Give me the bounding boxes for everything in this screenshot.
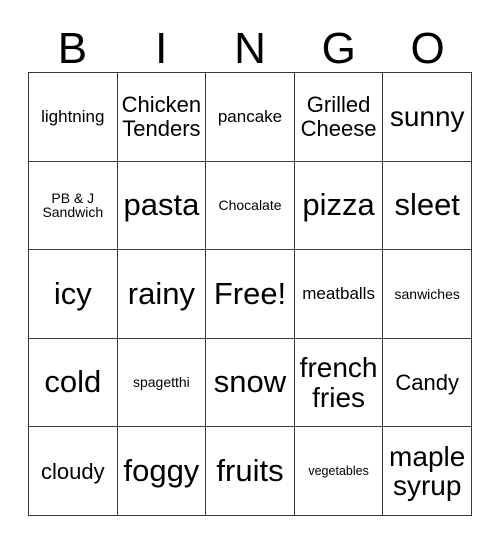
bingo-cell-o2[interactable]: sleet	[383, 161, 472, 251]
bingo-cell-text: sanwiches	[394, 285, 460, 302]
bingo-cell-g1[interactable]: Grilled Cheese	[294, 73, 384, 162]
bingo-cell-g3[interactable]: meatballs	[294, 250, 384, 339]
bingo-cell-text: Grilled Cheese	[300, 92, 377, 141]
bingo-cell-o5[interactable]: maple syrup	[383, 427, 472, 516]
bingo-cell-text: Chocalate	[218, 196, 282, 213]
bingo-cell-text: maple syrup	[389, 440, 466, 502]
bingo-grid: lightning Chicken Tenders pancake Grille…	[28, 72, 472, 516]
bingo-cell-n1[interactable]: pancake	[206, 73, 295, 162]
bingo-cell-text: fruits	[216, 452, 284, 488]
bingo-cell-text: sleet	[394, 186, 460, 222]
bingo-cell-b2[interactable]: PB & J Sandwich	[29, 161, 118, 251]
free-space-label: Free!	[213, 275, 287, 311]
header-letter-g: G	[321, 24, 356, 73]
bingo-cell-text: pizza	[302, 186, 375, 222]
bingo-cell-text: spagetthi	[132, 374, 190, 391]
bingo-cell-n2[interactable]: Chocalate	[206, 161, 295, 251]
bingo-cell-o3[interactable]: sanwiches	[383, 250, 472, 339]
header-letter-b: B	[57, 24, 88, 73]
bingo-cell-text: Candy	[395, 369, 459, 395]
bingo-cell-i5[interactable]: foggy	[117, 427, 207, 516]
bingo-cell-i3[interactable]: rainy	[117, 250, 207, 339]
bingo-cell-text: vegetables	[308, 463, 369, 478]
bingo-cell-text: lightning	[41, 106, 105, 126]
bingo-cell-text: sunny	[389, 100, 465, 132]
bingo-cell-free-space[interactable]: Free!	[206, 250, 295, 339]
bingo-cell-g5[interactable]: vegetables	[294, 427, 384, 516]
bingo-cell-g4[interactable]: french fries	[294, 338, 384, 428]
bingo-cell-text: pancake	[217, 106, 283, 126]
bingo-cell-o1[interactable]: sunny	[383, 73, 472, 162]
bingo-cell-text: Chicken Tenders	[121, 92, 202, 141]
bingo-card: B I N G O lightning Chicken Tenders panc…	[0, 0, 500, 544]
bingo-cell-text: icy	[53, 275, 92, 311]
bingo-cell-i4[interactable]: spagetthi	[117, 338, 207, 428]
header-letter-n: N	[234, 24, 266, 73]
header-letter-o: O	[410, 24, 445, 73]
bingo-cell-text: cold	[44, 364, 102, 400]
bingo-cell-n5[interactable]: fruits	[206, 427, 295, 516]
bingo-cell-o4[interactable]: Candy	[383, 338, 472, 428]
bingo-cell-b1[interactable]: lightning	[29, 73, 118, 162]
bingo-cell-b5[interactable]: cloudy	[29, 427, 118, 516]
bingo-cell-text: french fries	[299, 351, 378, 413]
bingo-cell-text: PB & J Sandwich	[42, 189, 104, 221]
bingo-cell-i2[interactable]: pasta	[117, 161, 207, 251]
bingo-cell-text: meatballs	[302, 283, 375, 303]
bingo-cell-text: cloudy	[41, 458, 105, 484]
bingo-cell-b4[interactable]: cold	[29, 338, 118, 428]
bingo-cell-n4[interactable]: snow	[206, 338, 295, 428]
header-letter-i: I	[155, 24, 168, 73]
bingo-cell-b3[interactable]: icy	[29, 250, 118, 339]
bingo-cell-text: pasta	[123, 186, 200, 222]
bingo-header-row: B I N G O	[28, 16, 472, 72]
bingo-cell-g2[interactable]: pizza	[294, 161, 384, 251]
bingo-cell-text: snow	[213, 364, 287, 400]
bingo-cell-text: rainy	[127, 275, 195, 311]
bingo-cell-text: foggy	[123, 452, 200, 488]
bingo-cell-i1[interactable]: Chicken Tenders	[117, 73, 207, 162]
